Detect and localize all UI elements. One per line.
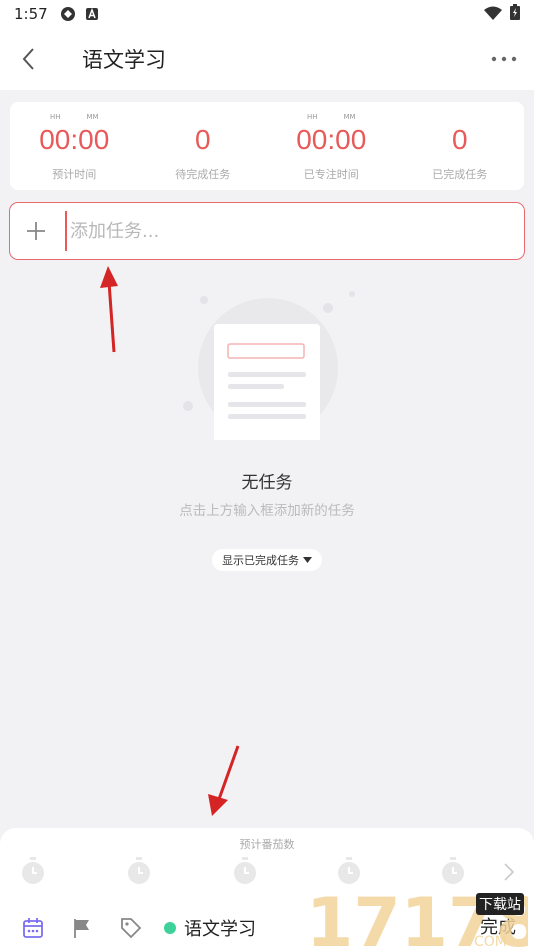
page-title: 语文学习 — [82, 48, 166, 72]
stat-label: 预计时间 — [52, 168, 97, 181]
show-completed-toggle[interactable]: 显示已完成任务 — [212, 549, 322, 571]
stat-value: 00:00 — [39, 124, 110, 155]
flag-icon[interactable] — [70, 916, 94, 940]
more-options-button[interactable] — [474, 28, 534, 90]
chevron-right-icon[interactable] — [498, 858, 520, 886]
stat-value: 00:00 — [296, 124, 367, 155]
empty-state-hint: 点击上方输入框添加新的任务 — [179, 503, 355, 519]
add-task-box[interactable] — [9, 202, 525, 260]
pomodoro-3-icon[interactable] — [230, 856, 260, 886]
pomodoro-5-icon[interactable] — [438, 856, 468, 886]
empty-tasks-illustration-icon — [183, 291, 355, 440]
stat-units: HH MM — [306, 113, 356, 121]
stat-value: 0 — [451, 124, 468, 155]
stat-focused-time: HH MM 00:00 已专注时间 — [267, 102, 396, 190]
stat-label: 已完成任务 — [432, 168, 488, 181]
plus-icon[interactable] — [10, 203, 62, 259]
tag-icon[interactable] — [119, 916, 143, 940]
sync-status-icon — [60, 6, 76, 22]
chevron-left-icon — [22, 48, 34, 70]
calendar-icon[interactable] — [21, 916, 45, 940]
show-completed-label: 显示已完成任务 — [222, 554, 299, 567]
stat-units: HH MM — [49, 113, 99, 121]
annotation-arrow-up-icon — [100, 266, 118, 353]
stat-pending-tasks: 0 待完成任务 — [139, 102, 268, 190]
pomodoro-label: 预计番茄数 — [239, 838, 295, 851]
annotation-arrow-down-icon — [208, 745, 240, 816]
stat-completed-tasks: 0 已完成任务 — [396, 102, 525, 190]
stat-value: 0 — [194, 124, 211, 155]
watermark-domain: COM — [474, 934, 507, 950]
stat-label: 待完成任务 — [175, 168, 231, 181]
project-name: 语文学习 — [184, 919, 256, 940]
add-task-input[interactable] — [65, 211, 524, 251]
status-time: 1:57 — [14, 5, 48, 23]
stats-card: HH MM 00:00 预计时间 0 待完成任务 HH MM 00:00 已专注… — [10, 102, 524, 190]
watermark-tag: 下载站 — [476, 893, 524, 915]
caret-down-icon — [303, 557, 312, 563]
stat-label: 已专注时间 — [303, 168, 359, 181]
project-selector[interactable]: 语文学习 — [164, 914, 256, 942]
status-bar: 1:57 — [0, 0, 534, 28]
pomodoro-selector — [0, 856, 534, 888]
empty-state-title: 无任务 — [241, 473, 293, 493]
pomodoro-4-icon[interactable] — [334, 856, 364, 886]
notification-a-icon — [84, 6, 100, 22]
pomodoro-1-icon[interactable] — [18, 856, 48, 886]
pomodoro-2-icon[interactable] — [124, 856, 154, 886]
back-button[interactable] — [2, 28, 54, 90]
wifi-icon — [484, 5, 502, 24]
project-color-dot — [164, 922, 176, 934]
more-horizontal-icon — [491, 56, 517, 62]
battery-icon — [510, 4, 520, 24]
stat-estimated-time: HH MM 00:00 预计时间 — [10, 102, 139, 190]
app-header: 语文学习 — [0, 28, 534, 90]
